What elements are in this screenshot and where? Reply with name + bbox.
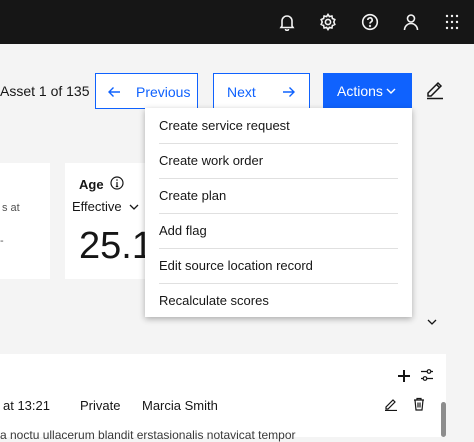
scrollbar-thumb[interactable] xyxy=(441,402,446,437)
arrow-right-icon xyxy=(283,87,295,97)
settings-adjust-icon[interactable] xyxy=(420,368,434,382)
chevron-down-icon[interactable] xyxy=(426,316,438,328)
chevron-down-icon xyxy=(386,88,396,94)
menu-item-edit-source-location[interactable]: Edit source location record xyxy=(145,248,412,283)
actions-menu: Create service request Create work order… xyxy=(145,108,412,317)
actions-button[interactable]: Actions xyxy=(323,73,412,109)
menu-item-create-plan[interactable]: Create plan xyxy=(145,178,412,213)
menu-item-create-work-order[interactable]: Create work order xyxy=(145,143,412,178)
row-description: a noctu ullacerum blandit erstasionalis … xyxy=(0,428,296,442)
effective-selector-label[interactable]: Effective xyxy=(72,199,122,214)
next-button[interactable]: Next xyxy=(213,73,310,109)
age-card-title: Age xyxy=(79,177,104,192)
row-author: Marcia Smith xyxy=(142,398,218,413)
add-icon[interactable] xyxy=(397,369,411,383)
top-header xyxy=(0,0,474,44)
gear-icon[interactable] xyxy=(317,11,339,33)
age-value: 25.1 xyxy=(79,225,153,267)
info-icon[interactable] xyxy=(110,176,124,190)
menu-item-add-flag[interactable]: Add flag xyxy=(145,213,412,248)
trash-icon[interactable] xyxy=(412,397,426,411)
app-switcher-icon[interactable] xyxy=(441,11,463,33)
bell-icon[interactable] xyxy=(276,11,298,33)
row-visibility: Private xyxy=(80,398,121,413)
actions-label: Actions xyxy=(337,83,383,99)
help-icon[interactable] xyxy=(359,11,381,33)
user-icon[interactable] xyxy=(400,11,422,33)
row-time: at 13:21 xyxy=(3,398,50,413)
notes-table xyxy=(0,354,446,437)
arrow-left-icon xyxy=(108,87,120,97)
menu-item-recalculate-scores[interactable]: Recalculate scores xyxy=(145,283,412,318)
chevron-down-icon[interactable] xyxy=(128,201,140,213)
card-partial-text: s at xyxy=(2,202,20,214)
card-partial-dash: - xyxy=(0,235,4,247)
asset-counter: Asset 1 of 135 xyxy=(0,83,90,99)
edit-icon[interactable] xyxy=(384,397,398,411)
summary-card-partial: s at - xyxy=(0,163,50,279)
menu-item-create-service-request[interactable]: Create service request xyxy=(145,108,412,143)
previous-button[interactable]: Previous xyxy=(95,73,198,109)
edit-icon[interactable] xyxy=(424,78,446,100)
previous-label: Previous xyxy=(136,84,191,100)
next-label: Next xyxy=(227,84,256,100)
